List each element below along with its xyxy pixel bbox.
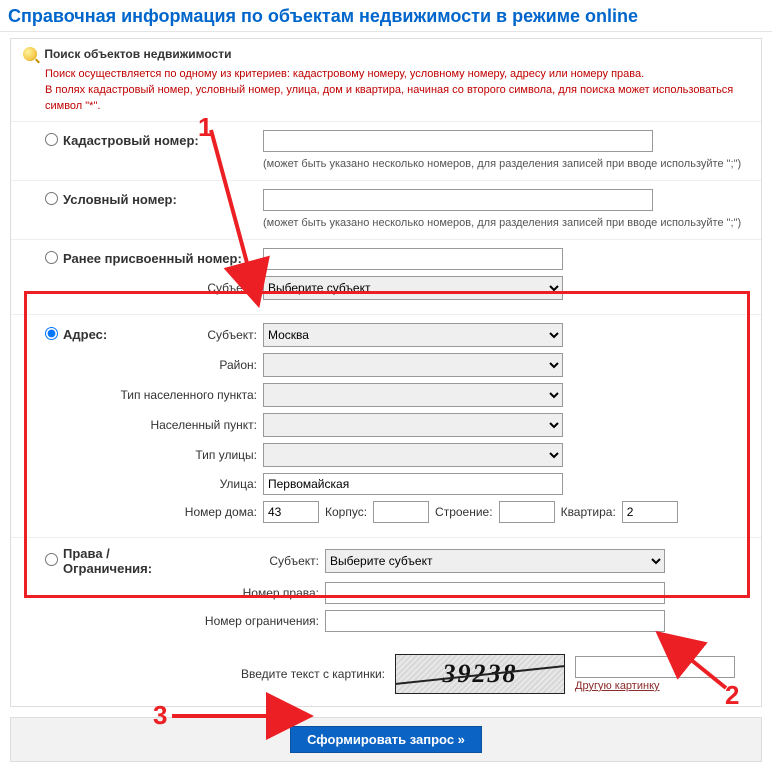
section-cadastral: Кадастровый номер: (может быть указано н…: [11, 121, 761, 180]
input-cadastral[interactable]: [263, 130, 653, 152]
radio-cadastral[interactable]: [45, 133, 58, 146]
label-address-settlement-type: Тип населенного пункта:: [63, 388, 263, 402]
search-hint-1: Поиск осуществляется по одному из критер…: [45, 67, 743, 83]
section-conditional: Условный номер: (может быть указано неск…: [11, 180, 761, 239]
select-address-settlement[interactable]: [263, 413, 563, 437]
label-address-settlement: Населенный пункт:: [63, 418, 263, 432]
section-rights: Права / Ограничения: Субъект: Выберите с…: [11, 537, 761, 646]
search-hint-2: В полях кадастровый номер, условный номе…: [45, 83, 743, 115]
annotation-arrow-1: [205, 130, 265, 298]
label-rights-limit-num: Номер ограничения:: [63, 614, 325, 628]
select-rights-subject[interactable]: Выберите субъект: [325, 549, 665, 573]
select-address-subject[interactable]: Москва: [263, 323, 563, 347]
select-address-district[interactable]: [263, 353, 563, 377]
radio-address[interactable]: [45, 327, 58, 340]
search-panel-header-text: Поиск объектов недвижимости: [44, 47, 231, 61]
select-address-street-type[interactable]: [263, 443, 563, 467]
label-address-district: Район:: [63, 358, 263, 372]
annotation-arrow-3: [172, 706, 302, 729]
magnifier-icon: [23, 47, 37, 61]
section-address: Адрес: Субъект: Москва Район: Тип населе…: [11, 314, 761, 537]
select-address-settlement-type[interactable]: [263, 383, 563, 407]
label-address-flat: Квартира:: [561, 505, 616, 519]
input-address-house[interactable]: [263, 501, 319, 523]
radio-previous[interactable]: [45, 251, 58, 264]
label-address-structure: Строение:: [435, 505, 493, 519]
radio-rights[interactable]: [45, 553, 58, 566]
input-address-flat[interactable]: [622, 501, 678, 523]
label-address-street-type: Тип улицы:: [63, 448, 263, 462]
label-rights-right-num: Номер права:: [63, 586, 325, 600]
annotation-number-3: 3: [153, 700, 167, 731]
label-address: Адрес:: [63, 327, 111, 342]
annotation-arrow-2: [668, 640, 738, 698]
label-rights: Права / Ограничения:: [63, 546, 195, 576]
search-panel-header: Поиск объектов недвижимости: [11, 39, 761, 67]
input-conditional[interactable]: [263, 189, 653, 211]
label-rights-subject: Субъект:: [195, 554, 325, 568]
label-address-subject: Субъект:: [111, 328, 263, 342]
hint-cadastral: (может быть указано несколько номеров, д…: [263, 158, 743, 170]
input-previous[interactable]: [263, 248, 563, 270]
captcha-row: Введите текст с картинки: 39238 Другую к…: [11, 646, 761, 694]
label-address-street: Улица:: [63, 477, 263, 491]
search-panel: Поиск объектов недвижимости Поиск осущес…: [10, 38, 762, 707]
search-hints: Поиск осуществляется по одному из критер…: [11, 67, 761, 121]
input-address-structure[interactable]: [499, 501, 555, 523]
captcha-label: Введите текст с картинки:: [241, 667, 385, 681]
submit-button[interactable]: Сформировать запрос »: [290, 726, 482, 753]
page-title: Справочная информация по объектам недвиж…: [0, 0, 772, 32]
label-address-building: Корпус:: [325, 505, 367, 519]
captcha-image: 39238: [395, 654, 565, 694]
label-address-house: Номер дома:: [63, 505, 263, 519]
input-address-building[interactable]: [373, 501, 429, 523]
select-previous-subject[interactable]: Выберите субъект: [263, 276, 563, 300]
submit-bar: Сформировать запрос »: [10, 717, 762, 762]
hint-conditional: (может быть указано несколько номеров, д…: [263, 217, 743, 229]
input-rights-right-num[interactable]: [325, 582, 665, 604]
radio-conditional[interactable]: [45, 192, 58, 205]
section-previous: Ранее присвоенный номер: Субъект: Выбери…: [11, 239, 761, 314]
input-address-street[interactable]: [263, 473, 563, 495]
input-rights-limit-num[interactable]: [325, 610, 665, 632]
